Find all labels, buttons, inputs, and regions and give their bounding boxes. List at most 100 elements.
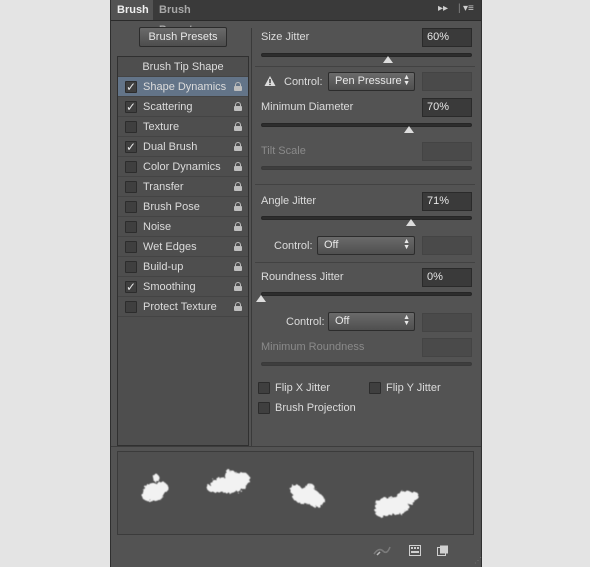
size-jitter-slider[interactable] [261, 53, 472, 57]
roundness-jitter-value[interactable]: 0% [422, 268, 472, 287]
list-item-color-dynamics[interactable]: Color Dynamics [118, 157, 248, 177]
brush-pose-checkbox[interactable] [125, 201, 137, 213]
control-dropdown-3[interactable]: Off ▲ ▼ [328, 312, 415, 331]
min-roundness-label: Minimum Roundness [261, 341, 365, 353]
list-item-build-up[interactable]: Build-up [118, 257, 248, 277]
lock-icon[interactable] [234, 102, 242, 111]
min-roundness-field [422, 338, 472, 357]
brush-projection-checkbox[interactable] [258, 402, 270, 414]
chevron-updown-icon: ▲ ▼ [403, 74, 410, 87]
roundness-jitter-thumb[interactable] [256, 295, 266, 302]
double-chevron-right-icon[interactable]: ▸▸ [438, 3, 448, 14]
scattering-checkbox[interactable]: ✓ [125, 101, 137, 113]
list-item-smoothing[interactable]: ✓ Smoothing [118, 277, 248, 297]
brush-settings-list: Brush Tip Shape ✓ Shape Dynamics ✓ Scatteri… [117, 56, 249, 446]
new-brush-icon[interactable] [437, 545, 449, 556]
list-item-label: Brush Pose [143, 201, 200, 213]
control-dropdown-1[interactable]: Pen Pressure ▲ ▼ [328, 72, 415, 91]
size-jitter-value[interactable]: 60% [422, 28, 472, 47]
flip-y-jitter-checkbox[interactable] [369, 382, 381, 394]
separator [255, 66, 475, 67]
size-jitter-label: Size Jitter [261, 31, 310, 43]
lock-icon[interactable] [234, 202, 242, 211]
build-up-checkbox[interactable] [125, 261, 137, 273]
control-label-2: Control: [274, 240, 313, 252]
list-item-label: Dual Brush [143, 141, 198, 153]
resize-grip-icon[interactable]: ⋰ [474, 556, 482, 565]
list-item-wet-edges[interactable]: Wet Edges [118, 237, 248, 257]
list-item-brush-tip-shape[interactable]: Brush Tip Shape [118, 57, 248, 77]
tab-brush-presets[interactable]: Brush Presets [153, 0, 227, 36]
min-diameter-label: Minimum Diameter [261, 101, 354, 113]
list-item-dual-brush[interactable]: ✓ Dual Brush [118, 137, 248, 157]
brush-stroke-icon[interactable] [373, 545, 391, 556]
min-diameter-value[interactable]: 70% [422, 98, 472, 117]
lock-icon[interactable] [234, 242, 242, 251]
protect-texture-checkbox[interactable] [125, 301, 137, 313]
separator [111, 446, 481, 447]
panel-menu-icon[interactable]: ▾≡ [463, 3, 474, 14]
wet-edges-checkbox[interactable] [125, 241, 137, 253]
list-item-label: Smoothing [143, 281, 196, 293]
chevron-updown-icon: ▲ ▼ [403, 238, 410, 251]
angle-jitter-label: Angle Jitter [261, 195, 317, 207]
list-item-scattering[interactable]: ✓ Scattering [118, 97, 248, 117]
size-jitter-thumb[interactable] [382, 56, 393, 63]
chevron-updown-icon: ▲ ▼ [403, 314, 410, 327]
color-dynamics-checkbox[interactable] [125, 161, 137, 173]
dual-brush-checkbox[interactable]: ✓ [125, 141, 137, 153]
list-item-protect-texture[interactable]: Protect Texture [118, 297, 248, 317]
separator [255, 184, 475, 185]
list-item-label: Color Dynamics [143, 161, 221, 173]
lock-icon[interactable] [234, 82, 242, 91]
list-item-label: Texture [143, 121, 180, 133]
roundness-jitter-slider[interactable] [261, 292, 472, 296]
cloud-brush-strokes [142, 470, 419, 517]
angle-jitter-thumb[interactable] [405, 219, 416, 226]
brush-projection-label: Brush Projection [275, 402, 356, 414]
list-item-label: Transfer [143, 181, 184, 193]
smoothing-checkbox[interactable]: ✓ [125, 281, 137, 293]
shape-dynamics-checkbox[interactable]: ✓ [125, 81, 137, 93]
texture-checkbox[interactable] [125, 121, 137, 133]
lock-icon[interactable] [234, 282, 242, 291]
lock-icon[interactable] [234, 142, 242, 151]
tilt-scale-label: Tilt Scale [261, 145, 306, 157]
lock-icon[interactable] [234, 122, 242, 131]
list-item-label: Scattering [143, 101, 193, 113]
angle-jitter-slider[interactable] [261, 216, 472, 220]
list-item-transfer[interactable]: Transfer [118, 177, 248, 197]
angle-jitter-value[interactable]: 71% [422, 192, 472, 211]
tab-brush[interactable]: Brush [111, 0, 153, 20]
min-diameter-slider[interactable] [261, 123, 472, 127]
warning-triangle-icon [264, 75, 276, 87]
separator [255, 262, 475, 263]
list-item-noise[interactable]: Noise [118, 217, 248, 237]
list-item-label: Protect Texture [143, 301, 217, 313]
lock-icon[interactable] [234, 162, 242, 171]
lock-icon[interactable] [234, 182, 242, 191]
flip-x-jitter-checkbox[interactable] [258, 382, 270, 394]
transfer-checkbox[interactable] [125, 181, 137, 193]
list-item-shape-dynamics[interactable]: ✓ Shape Dynamics [118, 77, 248, 97]
control-dropdown-3-value: Off [335, 315, 350, 327]
brush-presets-button[interactable]: Brush Presets [139, 27, 227, 47]
roundness-jitter-label: Roundness Jitter [261, 271, 344, 283]
min-diameter-thumb[interactable] [403, 126, 414, 133]
min-roundness-slider [261, 362, 472, 366]
list-item-texture[interactable]: Texture [118, 117, 248, 137]
control-dropdown-2[interactable]: Off ▲ ▼ [317, 236, 415, 255]
noise-checkbox[interactable] [125, 221, 137, 233]
control-label-1: Control: [284, 76, 323, 88]
panel-tab-bar: Brush Brush Presets ▸▸ | ▾≡ [111, 0, 481, 36]
lock-icon[interactable] [234, 222, 242, 231]
grid-icon[interactable] [409, 545, 421, 556]
tilt-scale-field [422, 142, 472, 161]
tilt-scale-slider [261, 166, 472, 170]
list-item-brush-pose[interactable]: Brush Pose [118, 197, 248, 217]
control-dropdown-1-value: Pen Pressure [335, 75, 402, 87]
lock-icon[interactable] [234, 302, 242, 311]
control-label-3: Control: [286, 316, 325, 328]
lock-icon[interactable] [234, 262, 242, 271]
brush-stroke-preview [117, 451, 474, 535]
